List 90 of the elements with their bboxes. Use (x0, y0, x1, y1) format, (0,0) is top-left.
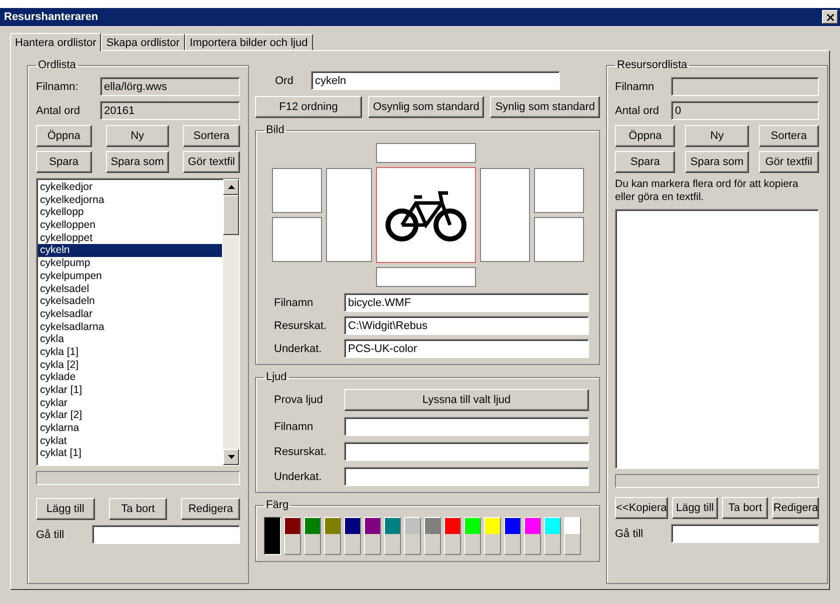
button[interactable]: Spara som (685, 151, 749, 173)
input-field[interactable] (344, 417, 589, 436)
list-item[interactable]: cykelpump (38, 257, 222, 270)
input-field[interactable]: cykeln (311, 71, 560, 90)
list-item[interactable]: cyklat (38, 434, 222, 448)
button[interactable]: Sortera (182, 125, 240, 147)
button[interactable]: Spara som (106, 151, 169, 173)
group-title: Ljud (265, 371, 288, 383)
button[interactable]: Ny (685, 125, 749, 147)
button[interactable]: Öppna (36, 125, 92, 147)
list-item[interactable]: cykelloppet (38, 232, 222, 244)
scroll-thumb[interactable] (223, 195, 239, 235)
list-item[interactable]: cyklar [1] (38, 384, 222, 397)
tab[interactable]: Skapa ordlistor (101, 34, 185, 50)
input-field[interactable]: 20161 (100, 101, 240, 120)
list-item[interactable]: cykellopp (38, 206, 222, 220)
group-title: Färg (265, 499, 290, 511)
list-item[interactable]: cykla [1] (38, 346, 222, 359)
field-label: Filnamn (615, 80, 656, 92)
field-label: Underkat. (274, 470, 323, 482)
list-item[interactable]: cyklar (38, 396, 222, 410)
field-label: Filnamn (274, 296, 314, 308)
list-item[interactable]: cykelpumpen (38, 270, 222, 282)
button[interactable]: Gör textfil (758, 151, 819, 173)
list-item[interactable]: cykla (38, 333, 222, 346)
image-slot[interactable] (376, 167, 476, 263)
list-item[interactable]: cykelkedjorna (38, 194, 222, 206)
button[interactable]: Lägg till (672, 497, 718, 519)
field-label: Gå till (615, 528, 644, 540)
input-field[interactable]: PCS-UK-color (344, 339, 589, 358)
input-field[interactable] (92, 525, 240, 544)
input-field[interactable]: bicycle.WMF (344, 293, 589, 312)
up-arrow-icon (228, 185, 234, 189)
button[interactable]: Osynlig som standard (368, 96, 484, 118)
close-button[interactable] (822, 10, 838, 24)
field-label: Ord (275, 74, 294, 86)
group-title: Ordlista (37, 59, 77, 71)
list-item[interactable]: cyklat [1] (38, 447, 222, 460)
button[interactable]: Spara (615, 151, 676, 173)
input-field[interactable]: C:\Widgit\Rebus (344, 316, 589, 335)
field-label: Resurskat. (274, 446, 328, 458)
field-label: Underkat. (274, 342, 323, 354)
button[interactable]: Ny (106, 125, 169, 147)
field-label: Resurskat. (274, 320, 328, 332)
input-field[interactable] (671, 77, 819, 96)
button[interactable]: F12 ordning (255, 96, 362, 118)
button[interactable]: Ta bort (108, 498, 168, 520)
window-title: Resurshanteraren (4, 11, 98, 23)
button[interactable]: Redigera (772, 497, 819, 519)
button[interactable]: Lägg till (36, 498, 95, 520)
button[interactable]: Sortera (758, 125, 819, 147)
button[interactable]: Gör textfil (182, 151, 240, 173)
group-title: Resursordlista (616, 59, 688, 71)
field-label: Antal ord (36, 104, 82, 116)
group-title: Bild (265, 124, 286, 136)
list-item[interactable]: cyklade (38, 371, 222, 384)
field-label: Antal ord (615, 104, 660, 116)
down-arrow-icon (228, 455, 234, 459)
button[interactable]: Redigera (181, 498, 240, 520)
list-item[interactable]: cykeln (38, 244, 222, 258)
button[interactable]: Lyssna till valt ljud (344, 389, 589, 411)
tab[interactable]: Importera bilder och ljud (184, 34, 313, 50)
input-field[interactable] (344, 442, 589, 461)
hint-text: Du kan markera flera ord för att kopiera eller göra en textfil. (615, 178, 800, 204)
button[interactable]: Spara (36, 151, 92, 173)
list-item[interactable]: cykelloppen (38, 219, 222, 232)
word-list[interactable] (36, 178, 240, 466)
tab[interactable]: Hantera ordlistor (10, 33, 102, 51)
field-label: Filnamn (274, 420, 314, 432)
scrollbar[interactable] (223, 179, 239, 465)
button[interactable]: <<Kopiera (615, 497, 668, 519)
button[interactable]: Ta bort (722, 497, 768, 519)
input-field[interactable]: 0 (671, 101, 819, 120)
field-label: Filnamn: (36, 80, 80, 92)
button[interactable]: Synlig som standard (490, 96, 600, 118)
list-item[interactable]: cykelsadeln (38, 295, 222, 308)
close-icon (824, 12, 836, 22)
input-field[interactable] (344, 467, 589, 486)
list-item[interactable]: cyklar [2] (38, 409, 222, 422)
list-item[interactable]: cykelsadel (38, 282, 222, 296)
input-field[interactable]: ella/lörg.wws (100, 77, 240, 96)
list-item[interactable]: cykelsadlarna (38, 320, 222, 334)
list-item[interactable]: cykelsadlar (38, 308, 222, 321)
button[interactable]: Öppna (615, 125, 676, 147)
list-item[interactable]: cyklarna (38, 422, 222, 435)
field-label: Gå till (36, 528, 66, 540)
field-label: Prova ljud (274, 394, 324, 406)
list-item[interactable]: cykla [2] (38, 358, 222, 372)
list-item[interactable]: cykelkedjor (38, 181, 222, 194)
input-field[interactable] (671, 524, 819, 543)
